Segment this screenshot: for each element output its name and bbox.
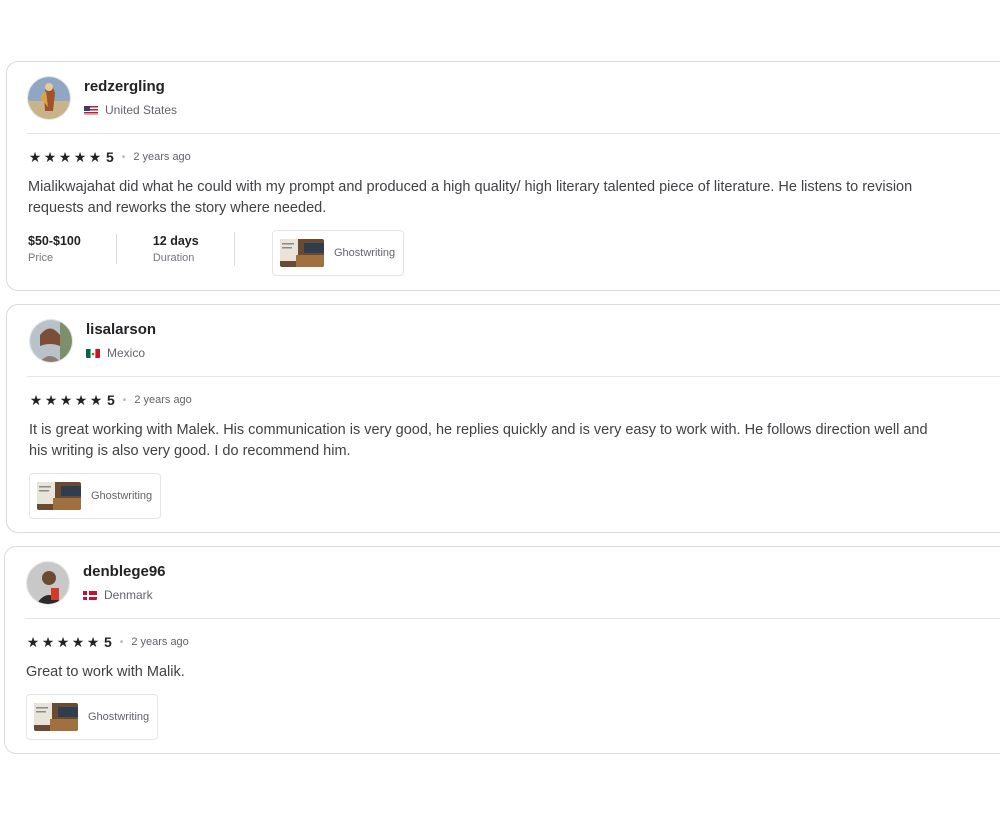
review-time: 2 years ago (131, 636, 189, 648)
username[interactable]: denblege96 (83, 563, 166, 580)
service-label: Ghostwriting (91, 490, 153, 502)
review-text-line: his writing is also very good. I do reco… (29, 443, 351, 459)
separator-dot: • (122, 394, 127, 406)
denmark-flag-icon (83, 590, 97, 600)
star-rating: ★ ★ ★ ★ ★ (29, 393, 103, 407)
review-time: 2 years ago (134, 394, 192, 406)
service-label: Ghostwriting (88, 711, 150, 723)
review-text-line: Great to work with Malik. (26, 664, 185, 680)
duration-value: 12 days (152, 234, 199, 248)
username[interactable]: lisalarson (86, 321, 156, 338)
review-text-line: It is great working with Malek. His comm… (29, 422, 928, 438)
star-icon: ★ (71, 634, 85, 650)
price-value: $50-$100 (28, 234, 81, 248)
review-text-line: requests and reworks the story where nee… (28, 200, 327, 216)
avatar[interactable] (27, 76, 71, 120)
rating-row: ★ ★ ★ ★ ★ 5 • 2 years ago (26, 634, 189, 650)
star-icon: ★ (26, 634, 40, 650)
country-name: Mexico (107, 346, 146, 360)
country-name: United States (105, 103, 178, 117)
service-tag[interactable]: Ghostwriting (29, 473, 162, 519)
review-time: 2 years ago (133, 151, 191, 163)
rating-value: 5 (107, 392, 115, 408)
separator-dot: • (121, 151, 126, 163)
review-card: denblege96 Denmark ★ ★ ★ ★ ★ 5 • 2 years… (4, 546, 1000, 754)
star-icon: ★ (56, 634, 70, 650)
rating-value: 5 (104, 634, 112, 650)
star-icon: ★ (43, 149, 57, 165)
duration-block: 12 days Duration (115, 234, 234, 264)
review-card: redzergling United States ★ ★ ★ ★ ★ 5 • … (6, 61, 1000, 291)
service-label: Ghostwriting (334, 247, 396, 259)
meta-divider (233, 232, 235, 266)
star-icon: ★ (28, 149, 42, 165)
review-text: Great to work with Malik. (26, 662, 1000, 683)
mexico-flag-icon (86, 348, 100, 358)
rating-row: ★ ★ ★ ★ ★ 5 • 2 years ago (29, 392, 192, 408)
review-text: Mialikwajahat did what he could with my … (28, 177, 1000, 219)
reviewer-country: United States (84, 103, 177, 117)
star-icon: ★ (29, 392, 43, 408)
avatar[interactable] (26, 561, 70, 605)
star-icon: ★ (89, 392, 103, 408)
review-text-line: Mialikwajahat did what he could with my … (28, 179, 913, 195)
duration-label: Duration (152, 252, 195, 264)
service-tag[interactable]: Ghostwriting (272, 230, 405, 276)
star-icon: ★ (59, 392, 73, 408)
us-flag-icon (84, 105, 98, 115)
username[interactable]: redzergling (84, 78, 165, 95)
star-icon: ★ (41, 634, 55, 650)
service-thumbnail (280, 239, 324, 267)
price-label: Price (28, 252, 54, 264)
rating-row: ★ ★ ★ ★ ★ 5 • 2 years ago (28, 149, 191, 165)
review-header: lisalarson Mexico (27, 305, 1000, 377)
reviewer-country: Mexico (86, 346, 145, 360)
reviewer-country: Denmark (83, 588, 153, 602)
star-icon: ★ (73, 149, 87, 165)
avatar[interactable] (29, 319, 73, 363)
service-thumbnail (37, 482, 81, 510)
review-card: lisalarson Mexico ★ ★ ★ ★ ★ 5 • 2 years … (6, 304, 1000, 533)
star-icon: ★ (74, 392, 88, 408)
review-header: denblege96 Denmark (25, 547, 1000, 619)
rating-value: 5 (106, 149, 114, 165)
star-icon: ★ (44, 392, 58, 408)
review-text: It is great working with Malek. His comm… (29, 420, 1000, 462)
service-thumbnail (34, 703, 78, 731)
star-icon: ★ (58, 149, 72, 165)
order-meta: $50-$100 Price 12 days Duration (28, 232, 270, 266)
star-rating: ★ ★ ★ ★ ★ (26, 635, 100, 649)
service-tag[interactable]: Ghostwriting (26, 694, 159, 740)
star-rating: ★ ★ ★ ★ ★ (28, 150, 102, 164)
separator-dot: • (119, 636, 124, 648)
star-icon: ★ (86, 634, 100, 650)
price-block: $50-$100 Price (28, 234, 116, 264)
country-name: Denmark (104, 588, 153, 602)
review-header: redzergling United States (27, 62, 1000, 134)
star-icon: ★ (88, 149, 102, 165)
